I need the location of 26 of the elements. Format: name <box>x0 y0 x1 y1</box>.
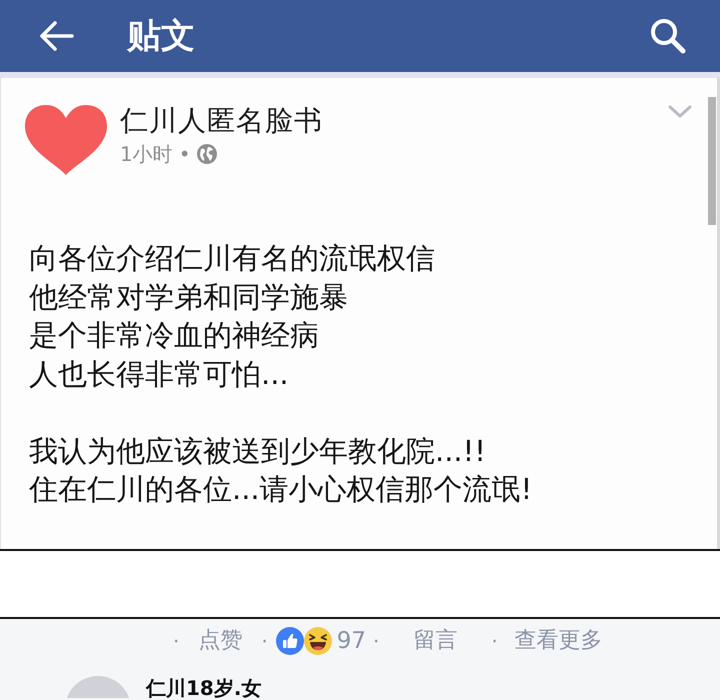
separator-dot: • <box>178 143 191 165</box>
avatar-icon <box>65 676 131 698</box>
heart-icon <box>25 105 107 175</box>
thumbs-up-icon <box>276 626 304 654</box>
back-arrow-icon <box>40 21 74 51</box>
globe-icon <box>196 144 217 164</box>
back-button[interactable] <box>40 21 74 51</box>
comment-author: 仁川18岁.女 <box>146 678 262 698</box>
reaction-count: 97 <box>336 628 366 654</box>
separator-dot: · <box>491 630 498 652</box>
separator-dot: · <box>373 630 380 652</box>
search-icon <box>650 18 686 54</box>
separator-dot: · <box>173 630 180 652</box>
post-paragraph: 我认为他应该被送到少年教化院...!! 住在仁川的各位...请小心权信那个流氓! <box>29 432 534 508</box>
action-link[interactable]: 留言 <box>413 628 458 654</box>
chevron-down-icon <box>668 105 692 119</box>
separator-dot: · <box>261 630 268 652</box>
post-author: 仁川人匿名脸书 <box>120 106 323 136</box>
scrollbar[interactable] <box>708 97 716 225</box>
search-button[interactable] <box>650 18 686 54</box>
action-link[interactable]: 查看更多 <box>514 628 603 654</box>
post-time: 1小时 <box>120 143 173 165</box>
post-paragraph: 向各位介绍仁川有名的流氓权信 他经常对学弟和同学施暴 是个非常冷血的神经病 人也长得非常可怕... <box>29 240 436 392</box>
page-title: 贴文 <box>127 16 195 56</box>
action-link[interactable]: 点赞 <box>198 628 242 654</box>
laughing-face-icon <box>304 626 332 654</box>
